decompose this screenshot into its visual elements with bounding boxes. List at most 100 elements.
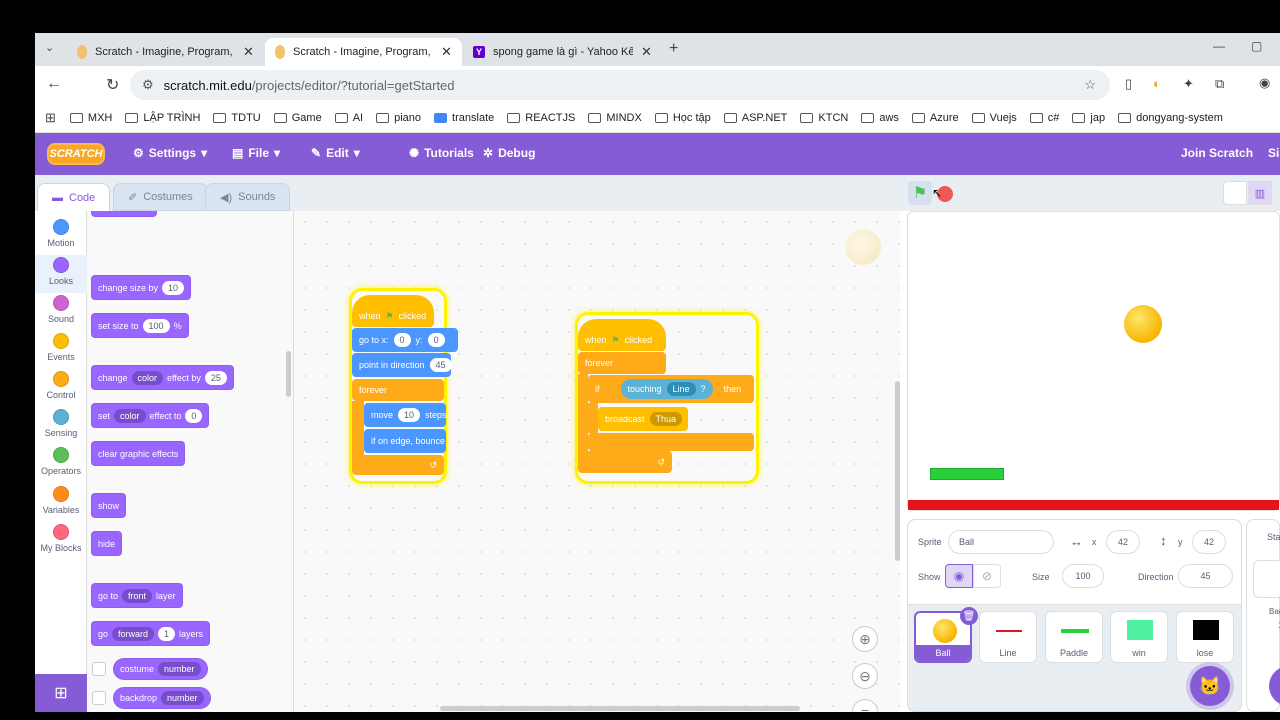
- palette-scrollbar[interactable]: [286, 351, 291, 397]
- bookmark[interactable]: jap: [1072, 112, 1105, 124]
- tab-code[interactable]: ▬ Code: [37, 183, 111, 211]
- bookmark[interactable]: MXH: [69, 112, 112, 124]
- when-flag-clicked-block[interactable]: when ⚑ clicked: [578, 319, 666, 351]
- close-tab-icon[interactable]: ✕: [243, 44, 254, 60]
- point-in-direction-block[interactable]: point in direction 45: [352, 353, 452, 377]
- palette-change-size[interactable]: change size by 10: [91, 275, 192, 300]
- stage-thumbnail[interactable]: [1253, 560, 1280, 598]
- close-tab-icon[interactable]: ✕: [441, 44, 452, 60]
- palette-set-size[interactable]: set size to 100%: [91, 313, 189, 338]
- sprite-tile-win[interactable]: win: [1110, 611, 1168, 663]
- category-motion[interactable]: Motion: [35, 219, 87, 248]
- category-control[interactable]: Control: [35, 371, 87, 400]
- bookmark[interactable]: LẬP TRÌNH: [125, 112, 200, 124]
- bookmark[interactable]: aws: [861, 112, 899, 124]
- zoom-in-button[interactable]: ⊕: [852, 626, 878, 652]
- category-variables[interactable]: Variables: [35, 486, 87, 515]
- tutorials-button[interactable]: ✺ Tutorials: [409, 146, 474, 160]
- show-visible-button[interactable]: ◉: [945, 564, 973, 588]
- debug-button[interactable]: ✲ Debug: [483, 146, 535, 160]
- y-field[interactable]: 42: [1192, 530, 1226, 554]
- costume-monitor-checkbox[interactable]: [92, 662, 106, 676]
- category-sound[interactable]: Sound: [35, 295, 87, 324]
- bookmark[interactable]: AI: [334, 112, 363, 124]
- browser-tab-active[interactable]: Scratch - Imagine, Program, Sh ✕: [265, 38, 462, 66]
- palette-go-layers[interactable]: go forward 1 layers: [91, 621, 211, 646]
- backdrop-monitor-checkbox[interactable]: [92, 691, 106, 705]
- new-tab-icon[interactable]: +: [669, 40, 678, 58]
- palette-set-effect[interactable]: set color effect to 0: [91, 403, 210, 428]
- settings-menu[interactable]: ⚙ Settings ▾: [133, 146, 207, 160]
- script-vscrollbar[interactable]: [895, 381, 900, 561]
- bookmark[interactable]: REACTJS: [507, 112, 575, 124]
- browser-tab[interactable]: Scratch - Imagine, Program, Sh ✕: [67, 38, 264, 66]
- sprite-tile-paddle[interactable]: Paddle: [1045, 611, 1103, 663]
- sprite-tile-lose[interactable]: lose: [1176, 611, 1234, 663]
- direction-field[interactable]: 45: [1178, 564, 1233, 588]
- edit-menu[interactable]: ✎ Edit ▾: [311, 146, 360, 160]
- sign-in-link[interactable]: Si: [1268, 146, 1279, 160]
- bookmark[interactable]: Game: [273, 112, 322, 124]
- choose-sprite-button[interactable]: 🐱: [1190, 666, 1230, 706]
- tab-sounds[interactable]: ◀) Sounds: [205, 183, 291, 211]
- bookmark[interactable]: piano: [376, 112, 421, 124]
- move-steps-block[interactable]: move 10 steps: [364, 403, 447, 427]
- bookmark[interactable]: MINDX: [588, 112, 642, 124]
- maximize-icon[interactable]: ▢: [1251, 39, 1262, 53]
- extensions-puzzle-icon[interactable]: ⧉: [1215, 76, 1224, 92]
- bookmark[interactable]: Học tập: [654, 112, 711, 124]
- bookmark[interactable]: TDTU: [213, 112, 261, 124]
- bookmark[interactable]: Azure: [911, 112, 959, 124]
- palette-show[interactable]: show: [91, 493, 127, 518]
- paddle-sprite[interactable]: [930, 468, 1004, 480]
- bookmark[interactable]: Vuejs: [971, 112, 1017, 124]
- url-input[interactable]: ⚙ scratch.mit.edu/projects/editor/?tutor…: [130, 70, 1110, 100]
- close-tab-icon[interactable]: ✕: [641, 44, 652, 60]
- stage-canvas[interactable]: [907, 211, 1280, 511]
- apps-grid-icon[interactable]: ⊞: [45, 110, 56, 126]
- bookmark[interactable]: ASP.NET: [723, 112, 787, 124]
- site-info-icon[interactable]: ⚙: [142, 77, 154, 93]
- browser-tab[interactable]: Y spong game là gì - Yahoo Kết q ✕: [463, 38, 662, 66]
- reload-icon[interactable]: ↻: [106, 75, 119, 95]
- palette-costume-reporter[interactable]: costume number: [113, 658, 208, 680]
- bookmark[interactable]: dongyang-system: [1118, 112, 1223, 124]
- category-events[interactable]: Events: [35, 333, 87, 362]
- normal-stage-button[interactable]: ▥: [1248, 181, 1272, 205]
- palette-block-partial[interactable]: [91, 211, 157, 217]
- show-hidden-button[interactable]: ⊘: [973, 564, 1001, 588]
- touching-block[interactable]: touching Line?: [620, 379, 713, 399]
- size-field[interactable]: 100: [1062, 564, 1104, 588]
- sprite-name-field[interactable]: Ball: [948, 530, 1054, 554]
- zoom-reset-button[interactable]: =: [852, 699, 878, 712]
- tab-costumes[interactable]: ✐ Costumes: [113, 183, 208, 211]
- forever-block[interactable]: forever: [578, 352, 666, 374]
- scratch-logo[interactable]: SCRATCH: [47, 143, 105, 165]
- choose-backdrop-button[interactable]: [1269, 666, 1280, 706]
- category-operators[interactable]: Operators: [35, 447, 87, 476]
- add-extension-button[interactable]: ⊞: [35, 674, 87, 712]
- palette-backdrop-reporter[interactable]: backdrop number: [113, 687, 211, 709]
- small-stage-button[interactable]: [1223, 181, 1247, 205]
- tab-search-icon[interactable]: ⌄: [45, 41, 54, 54]
- category-looks[interactable]: Looks: [35, 255, 87, 293]
- script-area[interactable]: when ⚑ clicked go to x: 0 y: 0 point in direc…: [294, 211, 900, 712]
- sprite-tile-ball[interactable]: 🗑 Ball: [914, 607, 978, 663]
- bookmark[interactable]: KTCN: [800, 112, 848, 124]
- minimize-icon[interactable]: —: [1213, 39, 1225, 53]
- extension-icon[interactable]: ◐: [1153, 76, 1161, 91]
- back-icon[interactable]: ←: [46, 75, 62, 93]
- palette-clear-effects[interactable]: clear graphic effects: [91, 441, 186, 466]
- join-scratch-link[interactable]: Join Scratch: [1181, 146, 1253, 160]
- palette-change-effect[interactable]: change color effect by 25: [91, 365, 234, 390]
- palette-goto-layer[interactable]: go to front layer: [91, 583, 183, 608]
- extension-icon[interactable]: ▯: [1125, 76, 1132, 92]
- bookmark[interactable]: c#: [1029, 112, 1059, 124]
- broadcast-block[interactable]: broadcast Thua: [598, 407, 688, 431]
- x-field[interactable]: 42: [1106, 530, 1140, 554]
- palette-hide[interactable]: hide: [91, 531, 123, 556]
- extension-icon[interactable]: ✦: [1183, 76, 1194, 92]
- when-flag-clicked-block[interactable]: when ⚑ clicked: [352, 295, 434, 327]
- script-hscrollbar[interactable]: [440, 706, 800, 711]
- goto-xy-block[interactable]: go to x: 0 y: 0: [352, 328, 458, 352]
